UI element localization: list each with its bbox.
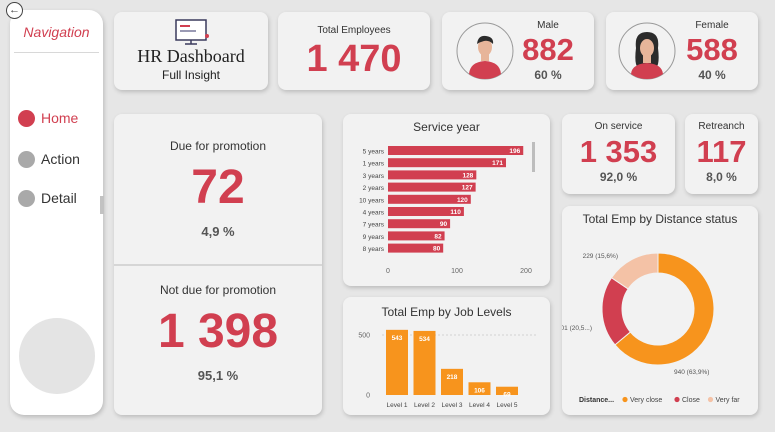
job-levels-data-label: 106: [474, 387, 485, 394]
distance-data-label: 301 (20,5...): [562, 325, 592, 332]
distance-legend-marker: [622, 396, 628, 403]
job-levels-category-label: Level 5: [497, 402, 518, 409]
service-year-category-label: 1 years: [363, 161, 385, 168]
not-due-promotion-label: Not due for promotion: [159, 283, 277, 297]
dashboard-monitor-icon: [175, 19, 209, 45]
job-levels-tick-label: 0: [366, 393, 370, 400]
header-card: HR Dashboard Full Insight: [114, 12, 268, 90]
job-levels-bar: [441, 368, 463, 395]
service-year-category-label: 10 years: [359, 197, 385, 204]
retreanch-card: Retreanch 117 8,0 %: [685, 114, 758, 194]
nav-item-label: Detail: [41, 190, 77, 206]
service-year-bar: [388, 158, 506, 168]
service-year-tick-label: 200: [520, 268, 532, 275]
job-levels-category-label: Level 2: [414, 402, 435, 409]
due-promotion-percent: 4,9 %: [201, 224, 235, 239]
distance-status-chart: 940 (63,9%) 301 (20,5...) 229 (15,6%) Dista…: [562, 252, 741, 404]
male-percent: 60 %: [534, 68, 562, 82]
service-year-data-label: 82: [434, 233, 442, 240]
distance-legend-marker: [674, 396, 680, 403]
total-employees-label: Total Employees: [317, 25, 391, 36]
service-year-data-label: 110: [450, 209, 461, 216]
due-promotion-label: Due for promotion: [169, 139, 267, 153]
total-employees-card: Total Employees 1 470: [278, 12, 430, 90]
service-year-scrollbar: [532, 142, 535, 172]
service-year-bar: [388, 146, 524, 155]
navigation-divider: [14, 52, 99, 53]
service-year-category-label: 9 years: [363, 234, 385, 241]
navigation-panel: Navigation Home Action Detail: [10, 10, 104, 415]
job-levels-category-label: Level 4: [469, 402, 490, 409]
male-card: Male 882 60 %: [442, 12, 594, 90]
not-due-promotion-value: 1 398: [157, 305, 279, 358]
female-value: 588: [686, 32, 738, 67]
on-service-value: 1 353: [579, 134, 658, 169]
distance-legend-title: Distance...: [579, 397, 614, 404]
job-levels-tick-label: 500: [358, 333, 370, 340]
distance-status-card: Total Emp by Distance status 940 (63,9%)…: [562, 206, 758, 415]
detail-dot-icon: [18, 189, 35, 207]
nav-item-label: Action: [41, 151, 80, 167]
action-dot-icon: [18, 150, 35, 168]
service-year-category-label: 2 years: [363, 185, 385, 192]
promotion-card: Due for promotion 72 4,9 % Not due for p…: [114, 114, 322, 415]
not-due-promotion-percent: 95,1 %: [197, 368, 239, 383]
job-levels-data-label: 534: [419, 336, 430, 343]
distance-legend-label: Close: [682, 397, 700, 404]
service-year-data-label: 90: [440, 221, 448, 228]
service-year-data-label: 127: [462, 185, 473, 192]
job-levels-data-label: 218: [447, 374, 458, 381]
service-year-chart: 5 years 196 1 years 171 3 years 128 2 years 127…: [359, 142, 535, 275]
nav-item-action[interactable]: Action: [18, 149, 80, 169]
service-year-data-label: 128: [462, 172, 473, 179]
nav-scrollbar[interactable]: [100, 196, 104, 214]
job-levels-category-label: Level 1: [387, 402, 408, 409]
job-levels-chart: 500 0 543 Level 1 534 Level 2 218 Level 3 106 Lev…: [358, 329, 538, 409]
male-label: Male: [537, 20, 559, 31]
distance-data-label: 940 (63,9%): [674, 369, 709, 376]
retreanch-label: Retreanch: [698, 121, 745, 132]
distance-legend-label: Very close: [630, 397, 662, 404]
nav-item-label: Home: [41, 110, 79, 126]
service-year-card: Service year 5 years 196 1 years 171 3 years…: [343, 114, 550, 286]
service-year-data-label: 120: [457, 197, 468, 204]
female-label: Female: [695, 20, 729, 31]
retreanch-value: 117: [696, 134, 747, 169]
male-value: 882: [522, 32, 574, 67]
service-year-tick-label: 0: [386, 268, 390, 275]
service-year-category-label: 4 years: [363, 210, 385, 217]
female-card: Female 588 40 %: [606, 12, 758, 90]
service-year-category-label: 5 years: [363, 149, 385, 156]
service-year-category-label: 7 years: [363, 222, 385, 229]
navigation-title: Navigation: [23, 24, 90, 40]
back-arrow-icon[interactable]: ←: [6, 2, 23, 19]
distance-legend-marker: [707, 396, 714, 403]
job-levels-data-label: 543: [392, 335, 403, 342]
home-dot-icon: [18, 109, 35, 127]
on-service-card: On service 1 353 92,0 %: [562, 114, 675, 194]
service-year-category-label: 8 years: [363, 246, 385, 253]
job-levels-category-label: Level 3: [442, 402, 463, 409]
retreanch-percent: 8,0 %: [706, 170, 737, 184]
female-percent: 40 %: [698, 68, 726, 82]
service-year-data-label: 80: [433, 246, 441, 253]
page-subtitle: Full Insight: [161, 68, 221, 82]
page-title: HR Dashboard: [137, 46, 245, 66]
service-year-data-label: 196: [509, 148, 520, 155]
nav-placeholder-circle: [19, 318, 95, 394]
total-employees-value: 1 470: [306, 38, 402, 80]
on-service-label: On service: [594, 121, 643, 132]
nav-item-home[interactable]: Home: [18, 108, 78, 128]
job-levels-data-label: 69: [503, 392, 511, 399]
service-year-data-label: 171: [492, 160, 503, 167]
job-levels-card: Total Emp by Job Levels 500 0 543 Level 1 53…: [343, 297, 550, 415]
due-promotion-value: 72: [191, 161, 245, 214]
distance-data-label: 229 (15,6%): [583, 253, 618, 260]
nav-item-detail[interactable]: Detail: [18, 188, 77, 208]
distance-legend-label: Very far: [716, 397, 741, 404]
on-service-percent: 92,0 %: [599, 170, 638, 184]
promotion-divider: [114, 264, 322, 266]
service-year-category-label: 3 years: [363, 173, 385, 180]
service-year-tick-label: 100: [451, 268, 463, 275]
